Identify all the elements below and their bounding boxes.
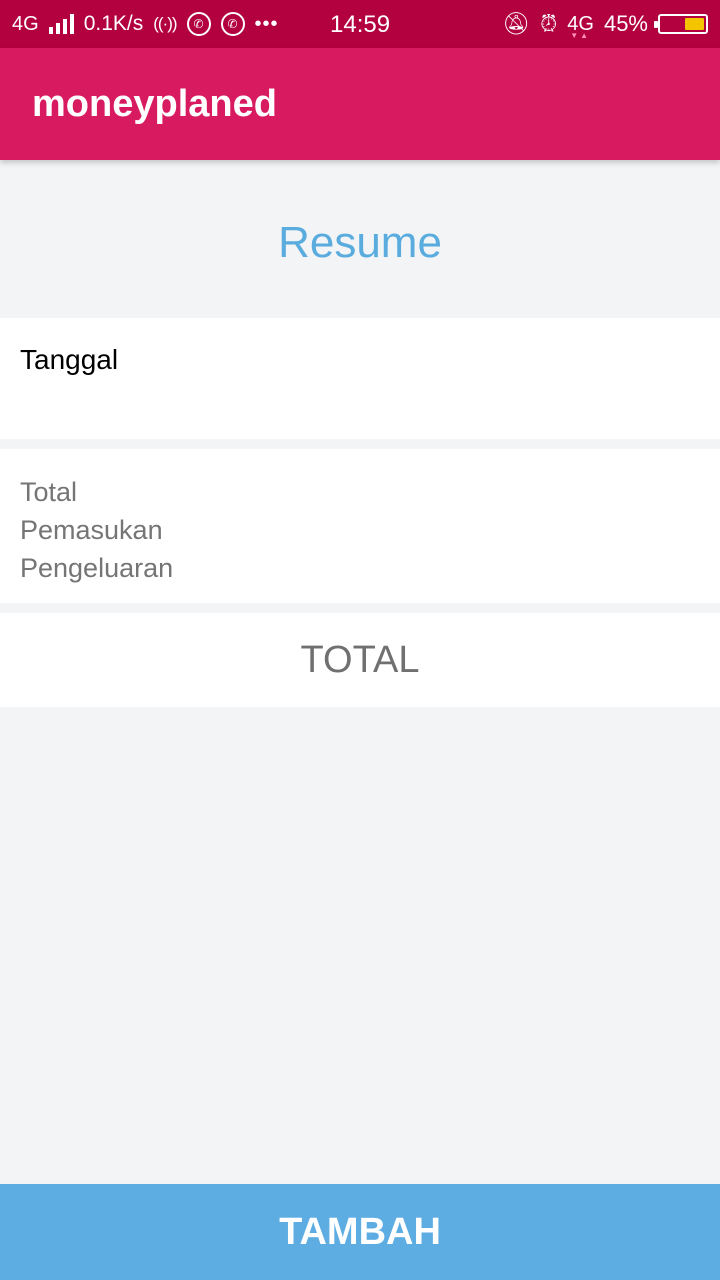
network-type: 4G <box>12 12 39 35</box>
status-right: 🔕︎ ⏰︎ 4G ▼▲ 45% <box>502 11 708 40</box>
hotspot-icon: ((·)) <box>153 14 177 33</box>
add-button[interactable]: TAMBAH <box>0 1184 720 1280</box>
total-card: TOTAL <box>0 613 720 707</box>
page-title: Resume <box>278 218 442 267</box>
signal-icon <box>48 14 74 34</box>
status-left: 4G 0.1K/s ((·)) ✆ ✆ ••• <box>12 12 279 36</box>
battery-percent: 45% <box>603 11 648 36</box>
summary-card: Total Pemasukan Pengeluaran <box>0 449 720 603</box>
screen: 4G 0.1K/s ((·)) ✆ ✆ ••• 14:59 🔕︎ ⏰︎ 4G ▼… <box>0 0 720 1280</box>
date-card[interactable]: Tanggal <box>0 318 720 439</box>
app-title: moneyplaned <box>32 82 277 125</box>
whatsapp-icon-2: ✆ <box>220 12 245 36</box>
battery-fill <box>685 18 704 30</box>
data-arrows-icon: ▼▲ <box>570 30 591 40</box>
status-bar: 4G 0.1K/s ((·)) ✆ ✆ ••• 14:59 🔕︎ ⏰︎ 4G ▼… <box>0 0 720 48</box>
more-notifications-icon: ••• <box>254 12 279 35</box>
summary-item: Total <box>20 477 78 507</box>
clock: 14:59 <box>330 11 391 38</box>
summary-item: Pemasukan <box>20 515 163 545</box>
battery-icon <box>654 14 708 34</box>
summary-list: Total Pemasukan Pengeluaran <box>20 473 173 587</box>
network-type-2: 4G ▼▲ <box>567 13 594 40</box>
date-label: Tanggal <box>20 344 119 375</box>
bell-off-icon: 🔕︎ <box>502 11 531 36</box>
whatsapp-icon: ✆ <box>186 12 211 36</box>
total-label: TOTAL <box>300 638 420 681</box>
network-speed: 0.1K/s <box>83 12 144 35</box>
app-bar: moneyplaned <box>0 48 720 160</box>
summary-item: Pengeluaran <box>20 553 174 583</box>
alarm-icon: ⏰︎ <box>540 11 558 36</box>
